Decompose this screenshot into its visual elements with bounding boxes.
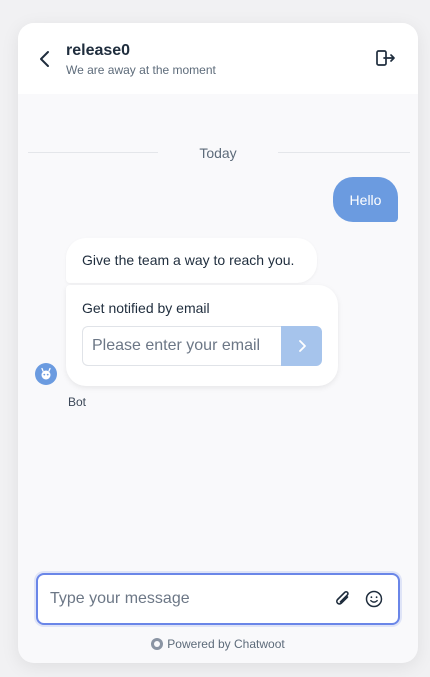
message-composer <box>36 573 400 625</box>
bot-icon <box>41 367 51 380</box>
logout-icon <box>376 50 395 66</box>
paperclip-icon <box>336 591 349 605</box>
user-message-bubble: Hello <box>333 177 398 222</box>
chevron-left-icon <box>40 51 49 67</box>
date-separator: Today <box>18 144 418 164</box>
email-card-label: Get notified by email <box>82 300 210 316</box>
divider-right <box>278 152 410 153</box>
bot-avatar <box>35 363 57 385</box>
back-button[interactable] <box>36 48 56 70</box>
branding-text: Powered by Chatwoot <box>167 637 285 651</box>
header-title: release0 <box>66 42 131 59</box>
header-status: We are away at the moment <box>66 63 216 77</box>
chat-widget: release0 We are away at the moment Today… <box>18 23 418 663</box>
powered-by-link[interactable]: Powered by Chatwoot <box>18 637 418 651</box>
chevron-right-icon <box>298 340 306 352</box>
smiley-icon <box>365 590 383 608</box>
date-label: Today <box>199 145 237 161</box>
email-input[interactable] <box>82 326 281 366</box>
email-submit-button[interactable] <box>281 326 322 366</box>
bot-name-label: Bot <box>68 395 87 409</box>
chat-header: release0 We are away at the moment <box>18 23 418 94</box>
message-input[interactable] <box>50 575 320 623</box>
emoji-picker-button[interactable] <box>364 589 384 609</box>
end-conversation-button[interactable] <box>374 47 398 69</box>
bot-message-bubble: Give the team a way to reach you. <box>66 238 317 283</box>
chatwoot-logo-icon <box>151 638 164 650</box>
email-collect-card: Get notified by email <box>66 285 338 386</box>
attach-file-button[interactable] <box>333 589 353 609</box>
